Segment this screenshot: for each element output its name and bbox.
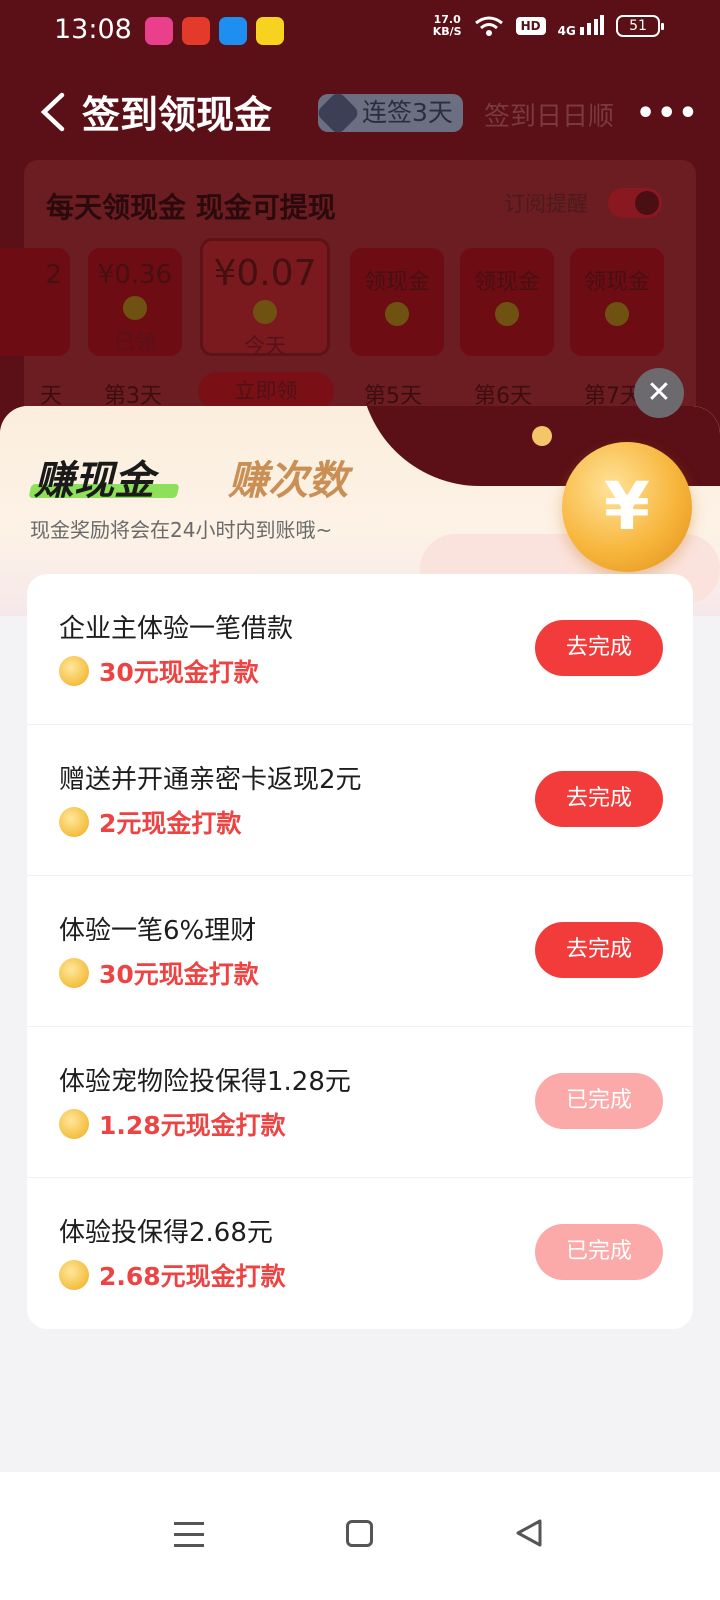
envelope-day-5: 领现金 — [350, 248, 444, 356]
earn-cash-sheet: ¥ 赚现金 赚次数 现金奖励将会在24小时内到账哦~ 企业主体验一笔借款 30元… — [0, 406, 720, 1472]
envelope-coin-icon — [253, 300, 277, 324]
signal-icon: 4G — [557, 14, 604, 38]
top-header: 签到领现金 连签3天 签到日日顺 ••• — [0, 74, 720, 146]
completed-button[interactable]: 已完成 — [535, 1073, 663, 1129]
yuan-coin-icon: ¥ — [562, 442, 692, 572]
tab-earn-cash[interactable]: 赚现金 — [34, 448, 154, 506]
claim-now-button[interactable]: 立即领 — [198, 372, 334, 410]
envelope-amount: 领现金 — [363, 270, 430, 295]
task-reward: 2.68元现金打款 — [59, 1258, 286, 1292]
blue-app-icon — [219, 17, 247, 45]
task-item: 体验一笔6%理财 30元现金打款 去完成 — [27, 876, 693, 1027]
task-title: 企业主体验一笔借款 — [59, 614, 294, 644]
envelope-amount: 领现金 — [583, 270, 650, 295]
task-reward: 2元现金打款 — [59, 805, 241, 839]
subscribe-label: 订阅提醒 — [504, 192, 588, 216]
yellow-app-icon — [256, 17, 284, 45]
task-reward: 1.28元现金打款 — [59, 1107, 286, 1141]
task-reward: 30元现金打款 — [59, 956, 259, 990]
reward-hint: 现金奖励将会在24小时内到账哦~ — [30, 518, 333, 542]
envelope-label: 已领 — [114, 330, 156, 354]
system-nav-bar — [0, 1472, 720, 1600]
envelope-row: 2 ¥0.36 已领 ¥0.07 今天 领现金 领现金 领现金 — [0, 238, 696, 368]
envelope-coin-icon — [605, 302, 629, 326]
tab-earn-times[interactable]: 赚次数 — [228, 448, 348, 506]
task-title: 体验一笔6%理财 — [59, 916, 257, 946]
task-item: 体验投保得2.68元 2.68元现金打款 已完成 — [27, 1178, 693, 1329]
page-title: 签到领现金 — [82, 93, 273, 137]
coin-icon — [59, 1260, 89, 1290]
go-complete-button[interactable]: 去完成 — [535, 771, 663, 827]
envelope-day-3: ¥0.36 已领 — [88, 248, 182, 356]
red-app-icon — [182, 17, 210, 45]
signal-bars-icon — [580, 14, 604, 35]
background-app: 13:08 17.0 KB/S HD 4G 51 签到领现金 连签3天 签到日日… — [0, 0, 720, 440]
coin-icon — [59, 1109, 89, 1139]
task-item: 企业主体验一笔借款 30元现金打款 去完成 — [27, 574, 693, 725]
small-coin-icon — [532, 426, 552, 446]
hd-icon: HD — [515, 17, 546, 35]
envelope-amount: 2 — [45, 260, 62, 290]
go-complete-button[interactable]: 去完成 — [535, 620, 663, 676]
close-icon[interactable]: ✕ — [634, 368, 684, 418]
status-indicators: 17.0 KB/S HD 4G 51 — [433, 14, 664, 38]
envelope-day-6: 领现金 — [460, 248, 554, 356]
envelope-amount: ¥0.36 — [97, 260, 173, 290]
task-title: 赠送并开通亲密卡返现2元 — [59, 765, 362, 795]
signal-label: 4G — [557, 23, 576, 38]
back-arrow-icon[interactable] — [38, 92, 68, 132]
checkin-card-title: 每天领现金 现金可提现 — [46, 191, 336, 224]
task-item: 赠送并开通亲密卡返现2元 2元现金打款 去完成 — [27, 725, 693, 876]
header-slogan: 签到日日顺 — [484, 102, 615, 132]
battery-icon: 51 — [616, 15, 664, 37]
streak-icon — [315, 90, 361, 136]
envelope-coin-icon — [495, 302, 519, 326]
coin-icon — [59, 958, 89, 988]
coin-icon — [59, 656, 89, 686]
more-options-icon[interactable]: ••• — [636, 96, 700, 131]
wifi-icon — [474, 16, 503, 36]
bilibili-app-icon — [145, 17, 173, 45]
checkin-card: 每天领现金 现金可提现 订阅提醒 2 ¥0.36 已领 ¥0.07 今天 领现金 — [0, 160, 696, 440]
coin-icon — [59, 807, 89, 837]
recent-apps-icon[interactable] — [174, 1522, 204, 1555]
envelope-label: 今天 — [244, 334, 286, 358]
task-reward-text: 2.68元现金打款 — [99, 1262, 286, 1291]
go-complete-button[interactable]: 去完成 — [535, 922, 663, 978]
net-speed: 17.0 KB/S — [433, 14, 462, 38]
task-reward: 30元现金打款 — [59, 654, 259, 688]
task-item: 体验宠物险投保得1.28元 1.28元现金打款 已完成 — [27, 1027, 693, 1178]
subscribe-toggle[interactable] — [608, 188, 662, 218]
completed-button[interactable]: 已完成 — [535, 1224, 663, 1280]
envelope-coin-icon — [385, 302, 409, 326]
envelope-coin-icon — [123, 296, 147, 320]
envelope-day-2: 2 — [0, 248, 70, 356]
task-list: 企业主体验一笔借款 30元现金打款 去完成 赠送并开通亲密卡返现2元 2元现金打… — [27, 574, 693, 1329]
envelope-day-7: 领现金 — [570, 248, 664, 356]
streak-badge: 连签3天 — [315, 90, 463, 136]
nav-back-icon[interactable] — [514, 1518, 544, 1548]
envelope-amount: ¥0.07 — [213, 253, 317, 294]
envelope-amount: 领现金 — [473, 270, 540, 295]
envelope-today[interactable]: ¥0.07 今天 — [200, 238, 330, 358]
task-reward-text: 30元现金打款 — [99, 960, 259, 989]
task-reward-text: 1.28元现金打款 — [99, 1111, 286, 1140]
net-speed-unit: KB/S — [432, 25, 462, 38]
task-reward-text: 2元现金打款 — [99, 809, 242, 838]
task-reward-text: 30元现金打款 — [99, 658, 259, 687]
notification-app-icons — [145, 17, 284, 45]
status-time: 13:08 — [54, 14, 132, 45]
status-bar: 13:08 17.0 KB/S HD 4G 51 — [0, 0, 720, 64]
home-icon[interactable] — [346, 1520, 373, 1547]
task-title: 体验投保得2.68元 — [59, 1218, 273, 1248]
streak-label: 连签3天 — [362, 98, 453, 127]
task-title: 体验宠物险投保得1.28元 — [59, 1067, 351, 1097]
